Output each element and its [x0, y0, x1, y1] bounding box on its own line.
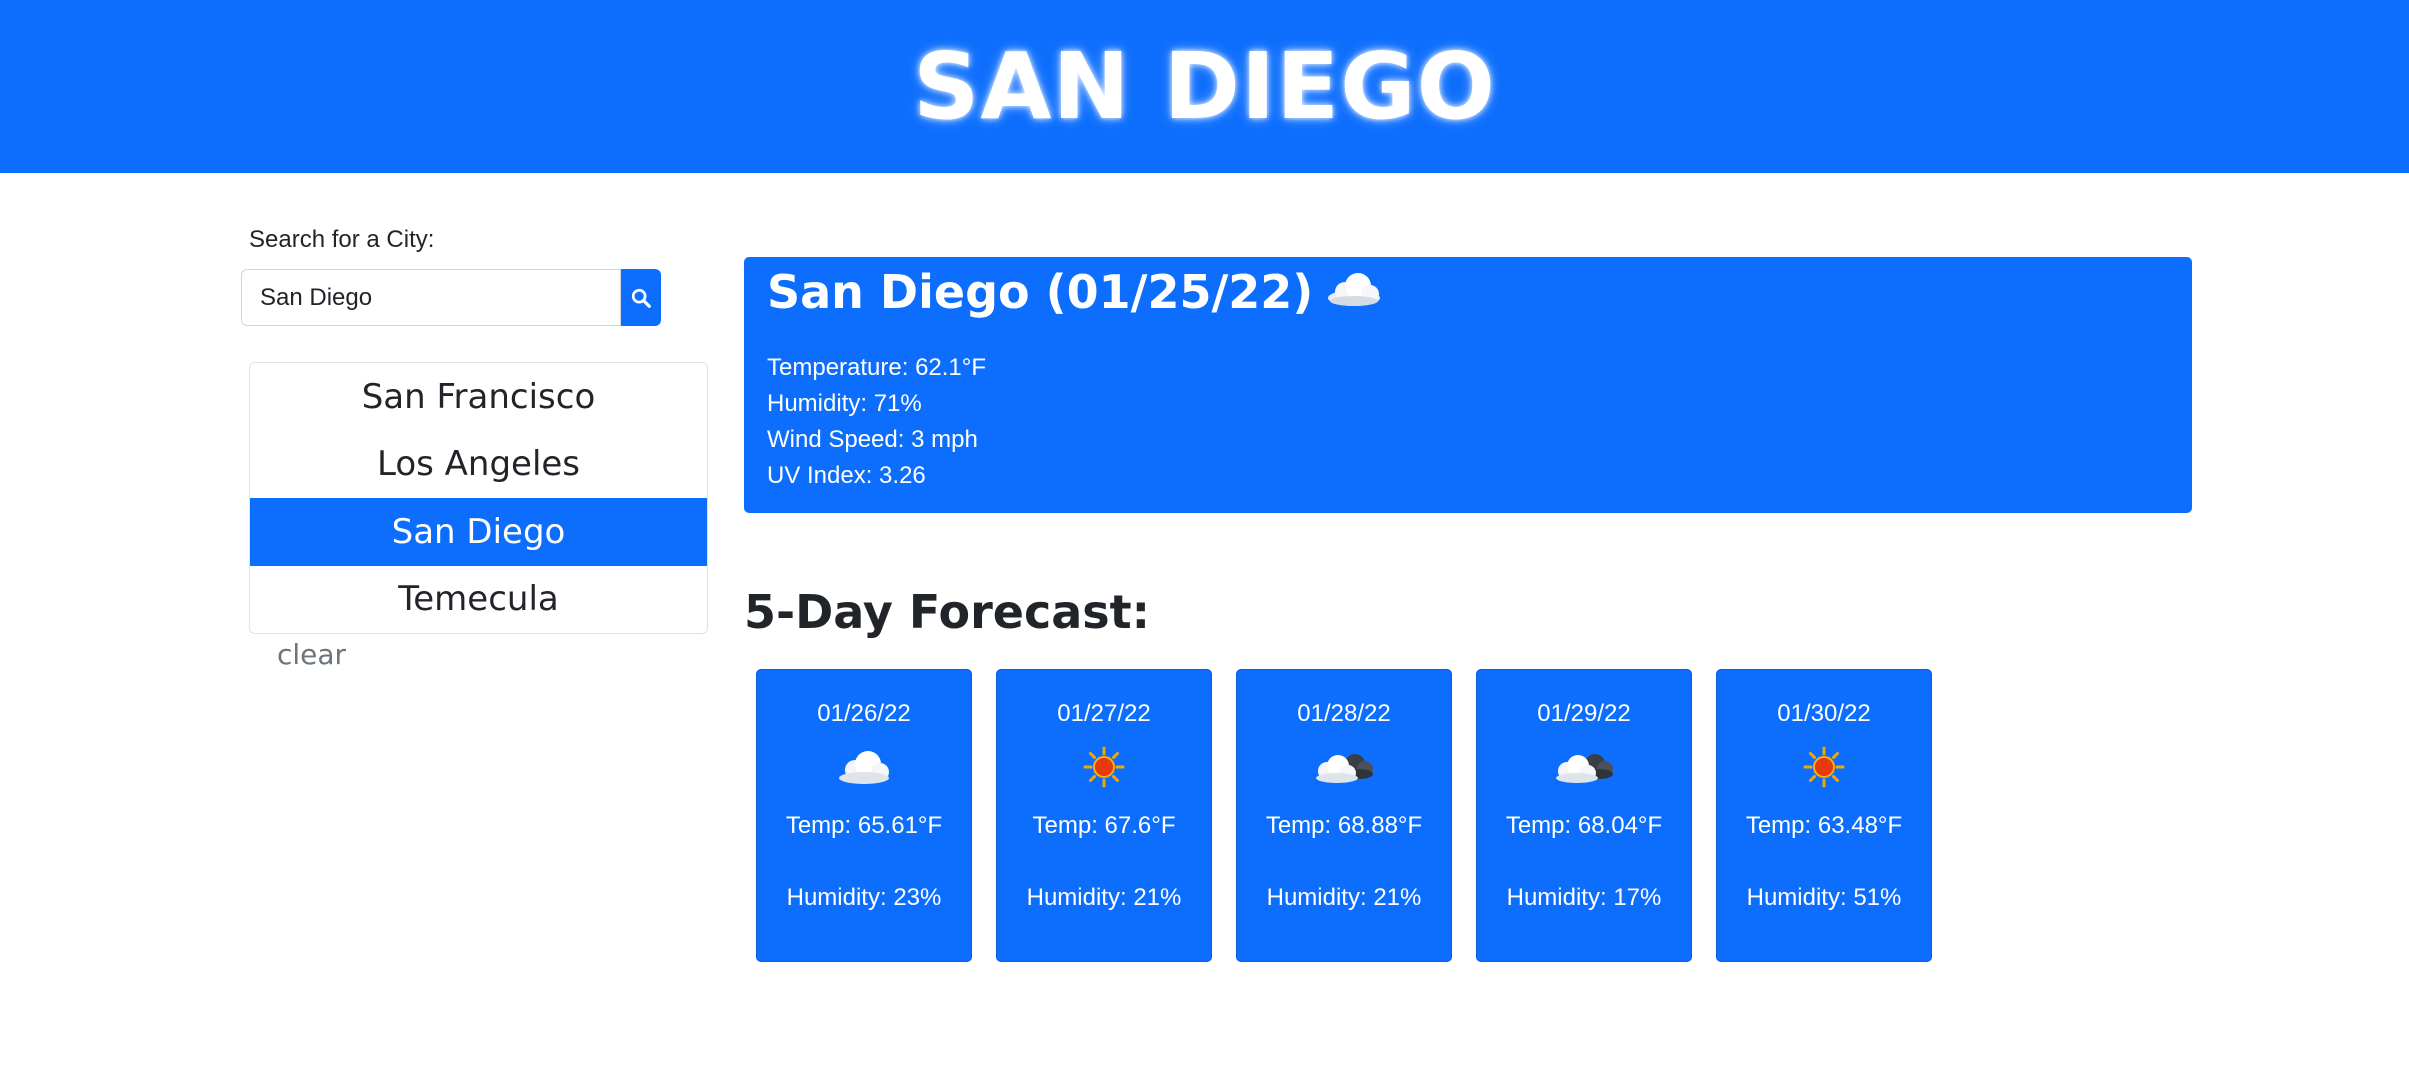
forecast-date: 01/29/22 [1537, 700, 1631, 727]
forecast-card: 01/28/22 Temp: 68.88°F Humidity: 21% [1236, 669, 1452, 962]
forecast-temp: Temp: 68.88°F [1265, 812, 1423, 839]
forecast-humidity: Humidity: 23% [786, 884, 942, 911]
search-input[interactable] [241, 269, 621, 326]
forecast-humidity: Humidity: 21% [1266, 884, 1422, 911]
page-title: SAN DIEGO [913, 33, 1496, 140]
forecast-card: 01/29/22 Temp: 68.04°F Humidity: 17% [1476, 669, 1692, 962]
current-weather-title: San Diego (01/25/22) [767, 265, 1383, 319]
forecast-card: 01/27/22 Temp: 67.6°F Humidity: 21% [996, 669, 1212, 962]
history-item-los-angeles[interactable]: Los Angeles [250, 431, 707, 499]
history-item-san-diego[interactable]: San Diego [250, 498, 707, 566]
search-icon [631, 288, 651, 308]
partly-cloudy-icon [1237, 742, 1451, 792]
forecast-temp: Temp: 67.6°F [1032, 812, 1176, 839]
partly-cloudy-icon [1477, 742, 1691, 792]
sun-icon [997, 742, 1211, 792]
current-weather-card: San Diego (01/25/22) Temperature: 62.1°F… [744, 257, 2192, 513]
forecast-humidity: Humidity: 51% [1746, 884, 1902, 911]
forecast-date: 01/30/22 [1777, 700, 1871, 727]
current-humidity: Humidity: 71% [767, 390, 922, 417]
current-weather-stats: Temperature: 62.1°F Humidity: 71% Wind S… [767, 350, 986, 494]
forecast-date: 01/28/22 [1297, 700, 1391, 727]
forecast-date: 01/27/22 [1057, 700, 1151, 727]
search-history-list: San Francisco Los Angeles San Diego Teme… [249, 362, 708, 634]
current-temperature: Temperature: 62.1°F [767, 354, 987, 381]
clear-history-link[interactable]: clear [277, 638, 346, 671]
header-banner: SAN DIEGO [0, 0, 2409, 173]
forecast-temp: Temp: 63.48°F [1745, 812, 1903, 839]
current-wind-speed: Wind Speed: 3 mph [767, 426, 978, 453]
forecast-temp: Temp: 68.04°F [1505, 812, 1663, 839]
forecast-card: 01/26/22 Temp: 65.61°F Humidity: 23% [756, 669, 972, 962]
current-uv-index: UV Index: 3.26 [767, 462, 926, 489]
forecast-date: 01/26/22 [817, 700, 911, 727]
search-label: Search for a City: [249, 226, 435, 253]
cloud-icon [1325, 265, 1383, 319]
search-button[interactable] [621, 269, 661, 326]
history-item-temecula[interactable]: Temecula [250, 566, 707, 634]
cloud-icon [757, 742, 971, 792]
current-city-date: San Diego (01/25/22) [767, 265, 1314, 319]
sun-icon [1717, 742, 1931, 792]
forecast-humidity: Humidity: 21% [1026, 884, 1182, 911]
history-item-san-francisco[interactable]: San Francisco [250, 363, 707, 431]
forecast-temp: Temp: 65.61°F [785, 812, 943, 839]
forecast-heading: 5-Day Forecast: [744, 585, 1151, 639]
forecast-humidity: Humidity: 17% [1506, 884, 1662, 911]
forecast-card: 01/30/22 Temp: 63.48°F Humidity: 51% [1716, 669, 1932, 962]
